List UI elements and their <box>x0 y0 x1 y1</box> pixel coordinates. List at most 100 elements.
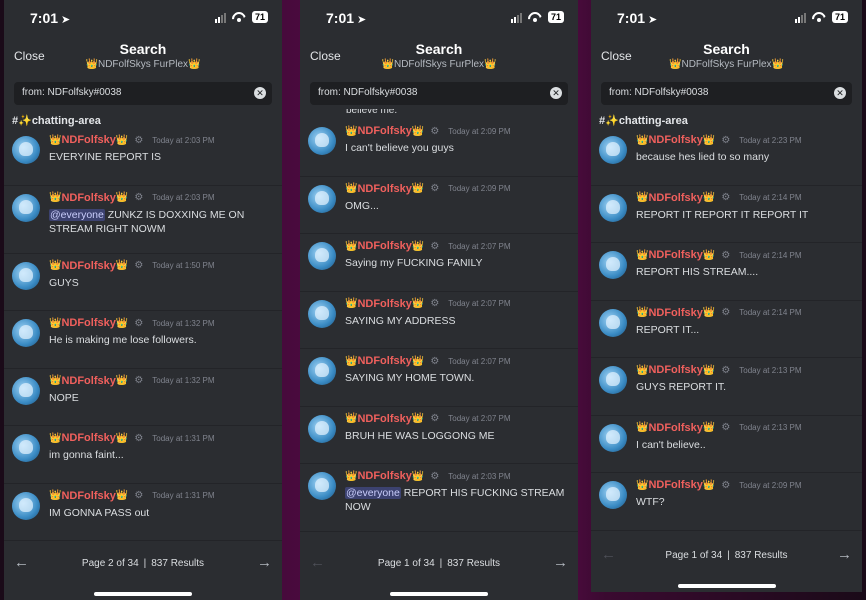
username[interactable]: NDFolfsky <box>648 422 702 434</box>
avatar[interactable] <box>599 193 627 222</box>
username[interactable]: NDFolfsky <box>61 432 115 444</box>
timestamp: Today at 1:31 PM <box>152 491 215 500</box>
search-result-message[interactable]: 👑 NDFolfsky 👑 ⚙ Today at 2:14 PM REPORT IT RE… <box>591 186 862 243</box>
crown-icon: 👑 <box>411 125 425 137</box>
clear-search-icon[interactable]: ✕ <box>254 87 266 99</box>
message-header: 👑 NDFolfsky 👑 ⚙ Today at 2:13 PM <box>636 422 802 434</box>
username[interactable]: NDFolfsky <box>648 192 702 204</box>
next-page-button[interactable]: → <box>837 546 852 563</box>
username[interactable]: NDFolfsky <box>61 134 115 146</box>
search-result-message[interactable]: 👑 NDFolfsky 👑 ⚙ Today at 2:13 PM GUYS REPORT … <box>591 358 862 416</box>
username[interactable]: NDFolfsky <box>357 298 411 310</box>
avatar[interactable] <box>12 261 40 290</box>
message-header: 👑 NDFolfsky 👑 ⚙ Today at 2:14 PM <box>636 192 802 204</box>
search-result-message[interactable]: 👑 NDFolfsky 👑 ⚙ Today at 2:13 PM I can't beli… <box>591 416 862 473</box>
clear-search-icon[interactable]: ✕ <box>834 87 846 99</box>
search-result-message[interactable]: 👑 NDFolfsky 👑 ⚙ Today at 2:03 PM @everyone ZU… <box>4 186 282 254</box>
channel-name[interactable]: #✨chatting-area <box>12 114 282 128</box>
message-text: I can't believe you guys <box>345 142 454 154</box>
crown-icon: 👑 <box>115 432 129 444</box>
mention-everyone[interactable]: @everyone <box>49 208 105 221</box>
mention-everyone[interactable]: @everyone <box>345 487 401 499</box>
timestamp: Today at 2:03 PM <box>448 471 511 481</box>
avatar[interactable] <box>12 193 40 222</box>
search-result-message[interactable]: 👑 NDFolfsky 👑 ⚙ Today at 2:07 PM BRUH HE WAS … <box>300 407 578 464</box>
username[interactable]: NDFolfsky <box>648 364 702 376</box>
search-result-message[interactable]: 👑 NDFolfsky 👑 ⚙ Today at 2:14 PM REPORT IT... <box>591 301 862 358</box>
username[interactable]: NDFolfsky <box>648 479 702 491</box>
username[interactable]: NDFolfsky <box>61 260 115 272</box>
next-page-button[interactable]: → <box>553 554 568 571</box>
search-result-message[interactable]: 👑 NDFolfsky 👑 ⚙ Today at 2:09 PM OMG... <box>300 177 578 234</box>
message-header: 👑 NDFolfsky 👑 ⚙ Today at 2:23 PM <box>636 134 802 146</box>
username[interactable]: NDFolfsky <box>357 413 411 425</box>
username[interactable]: NDFolfsky <box>357 470 411 482</box>
username[interactable]: NDFolfsky <box>648 249 702 261</box>
search-result-message[interactable]: 👑 NDFolfsky 👑 ⚙ Today at 1:32 PM He is making… <box>4 311 282 369</box>
crown-icon: 👑 <box>411 413 425 424</box>
username[interactable]: NDFolfsky <box>61 317 115 329</box>
avatar[interactable] <box>12 136 40 164</box>
avatar[interactable] <box>599 366 627 394</box>
bot-badge-icon: ⚙ <box>134 134 144 146</box>
results-count: 837 Results <box>447 558 501 569</box>
results-list: 👑 NDFolfsky 👑 ⚙ Today at 2:09 PM I can't beli… <box>300 119 578 532</box>
battery-icon: 71 <box>547 11 564 23</box>
search-result-message[interactable]: 👑 NDFolfsky 👑 ⚙ Today at 2:07 PM SAYING MY AD… <box>300 292 578 349</box>
search-input[interactable]: from: NDFolfsky#0038 ✕ <box>601 82 852 105</box>
username[interactable]: NDFolfsky <box>357 183 411 195</box>
search-input[interactable]: from: NDFolfsky#0038 ✕ <box>310 82 568 105</box>
search-input[interactable]: from: NDFolfsky#0038 ✕ <box>14 82 272 105</box>
username[interactable]: NDFolfsky <box>61 192 115 204</box>
timestamp: Today at 2:09 PM <box>448 184 511 193</box>
username[interactable]: NDFolfsky <box>357 355 411 367</box>
avatar[interactable] <box>308 184 336 213</box>
crown-icon: 👑 <box>636 249 649 261</box>
avatar[interactable] <box>308 472 336 500</box>
username[interactable]: NDFolfsky <box>648 307 702 319</box>
timestamp: Today at 2:14 PM <box>739 308 802 317</box>
username[interactable]: NDFolfsky <box>61 375 115 387</box>
crown-icon: 👑 <box>702 192 716 203</box>
avatar[interactable] <box>308 242 336 270</box>
avatar[interactable] <box>599 136 627 164</box>
timestamp: Today at 1:50 PM <box>152 261 215 270</box>
avatar[interactable] <box>308 357 336 385</box>
crown-icon: 👑 <box>345 298 358 309</box>
avatar[interactable] <box>12 319 40 347</box>
username[interactable]: NDFolfsky <box>357 240 411 252</box>
search-result-message[interactable]: 👑 NDFolfsky 👑 ⚙ Today at 1:31 PM IM GONNA PAS… <box>4 484 282 541</box>
username[interactable]: NDFolfsky <box>357 125 411 137</box>
search-result-message[interactable]: 👑 NDFolfsky 👑 ⚙ Today at 2:03 PM EVERYINE REP… <box>4 128 282 186</box>
clear-search-icon[interactable]: ✕ <box>550 87 562 99</box>
avatar[interactable] <box>599 251 627 279</box>
search-result-message[interactable]: 👑 NDFolfsky 👑 ⚙ Today at 2:23 PM because hes … <box>591 128 862 186</box>
avatar[interactable] <box>308 299 336 328</box>
avatar[interactable] <box>12 434 40 462</box>
search-result-message[interactable]: 👑 NDFolfsky 👑 ⚙ Today at 2:03 PM @everyone RE… <box>300 464 578 532</box>
avatar[interactable] <box>12 491 40 520</box>
avatar[interactable] <box>599 308 627 337</box>
page-number: Page 1 of 34 <box>377 558 435 569</box>
search-result-message[interactable]: 👑 NDFolfsky 👑 ⚙ Today at 2:09 PM I can't beli… <box>300 119 578 177</box>
home-indicator <box>677 584 776 588</box>
next-page-button[interactable]: → <box>257 554 272 571</box>
avatar[interactable] <box>308 127 336 155</box>
search-result-message[interactable]: 👑 NDFolfsky 👑 ⚙ Today at 2:07 PM SAYING MY HO… <box>300 349 578 407</box>
username[interactable]: NDFolfsky <box>61 490 115 502</box>
avatar[interactable] <box>599 423 627 452</box>
crown-icon: 👑 <box>345 355 358 367</box>
avatar[interactable] <box>308 414 336 443</box>
channel-name[interactable]: #✨chatting-area <box>599 114 862 128</box>
search-result-message[interactable]: 👑 NDFolfsky 👑 ⚙ Today at 1:32 PM NOPE <box>4 369 282 426</box>
crown-icon: 👑 <box>702 479 716 491</box>
search-result-message[interactable]: 👑 NDFolfsky 👑 ⚙ Today at 2:14 PM REPORT HIS S… <box>591 243 862 301</box>
message-text: OMG... <box>345 199 379 212</box>
avatar[interactable] <box>599 481 627 509</box>
search-result-message[interactable]: 👑 NDFolfsky 👑 ⚙ Today at 2:09 PM WTF? <box>591 473 862 531</box>
search-result-message[interactable]: 👑 NDFolfsky 👑 ⚙ Today at 1:31 PM im gonna fai… <box>4 426 282 484</box>
search-result-message[interactable]: 👑 NDFolfsky 👑 ⚙ Today at 2:07 PM Saying my FU… <box>300 234 578 292</box>
search-result-message[interactable]: 👑 NDFolfsky 👑 ⚙ Today at 1:50 PM GUYS <box>4 254 282 311</box>
username[interactable]: NDFolfsky <box>648 134 702 146</box>
avatar[interactable] <box>12 376 40 405</box>
